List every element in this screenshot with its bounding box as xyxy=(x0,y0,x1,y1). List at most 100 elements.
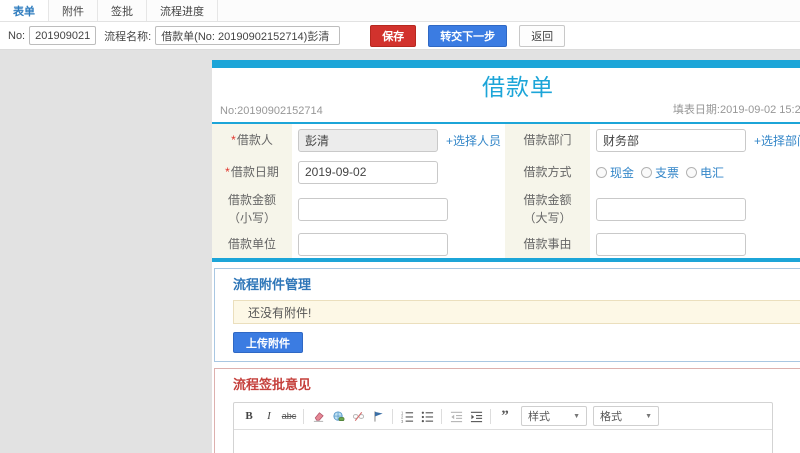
required-mark: * xyxy=(225,165,230,179)
reason-input[interactable] xyxy=(596,232,746,256)
amount-big-value-cell xyxy=(590,188,800,230)
bold-icon[interactable]: B xyxy=(239,406,259,426)
borrower-label-cell: *借款人 xyxy=(212,124,292,156)
editor-content-area[interactable] xyxy=(234,430,772,453)
tab-bar: 表单 附件 签批 流程进度 xyxy=(0,0,800,22)
borrow-date-label-cell: *借款日期 xyxy=(212,156,292,188)
anchor-flag-icon[interactable] xyxy=(368,406,388,426)
no-label: No: xyxy=(8,29,26,42)
amount-big-label-cell: 借款金额（大写） xyxy=(505,188,590,230)
save-button[interactable]: 保存 xyxy=(370,24,417,47)
amount-big-input[interactable] xyxy=(596,197,746,221)
page-title: 借款单 xyxy=(482,74,554,100)
unit-label-cell: 借款单位 xyxy=(212,230,292,258)
amount-small-label: 借款金额（小写） xyxy=(227,193,276,225)
radio-check[interactable]: 支票 xyxy=(641,164,679,181)
radio-cash[interactable]: 现金 xyxy=(596,164,634,181)
svg-text:3: 3 xyxy=(401,418,404,422)
radio-circle-icon[interactable] xyxy=(686,166,698,178)
borrow-date-label: 借款日期 xyxy=(230,165,279,179)
tab-form[interactable]: 表单 xyxy=(0,0,49,21)
top-bar: 表单 附件 签批 流程进度 No: 流程名称: 保存 转交下一步 返回 xyxy=(0,0,800,50)
indent-icon[interactable] xyxy=(466,406,486,426)
borrow-date-input[interactable] xyxy=(298,160,438,184)
reason-label-cell: 借款事由 xyxy=(505,230,590,258)
approval-section: 流程签批意见 B I abc 1 2 3 ” 样式 ▼ 格式 ▼ xyxy=(214,368,800,453)
required-mark: * xyxy=(231,133,236,147)
link-icon[interactable] xyxy=(328,406,348,426)
no-attachments-text: 还没有附件! xyxy=(248,305,312,320)
format-select[interactable]: 格式 ▼ xyxy=(593,406,659,426)
upload-attachment-button[interactable]: 上传附件 xyxy=(233,332,303,353)
loan-form-table: *借款人 +选择人员 借款部门 +选择部门 *借款日期 借款方式 现金 xyxy=(212,124,800,258)
radio-cash-label: 现金 xyxy=(610,165,635,180)
unit-input[interactable] xyxy=(298,232,448,256)
unit-value-cell xyxy=(292,230,505,258)
command-bar: No: 流程名称: 保存 转交下一步 返回 xyxy=(0,22,800,50)
unlink-icon[interactable] xyxy=(348,406,368,426)
blockquote-icon[interactable]: ” xyxy=(495,406,515,426)
borrower-label: 借款人 xyxy=(236,133,273,147)
strikethrough-icon[interactable]: abc xyxy=(279,406,299,426)
chevron-down-icon: ▼ xyxy=(573,412,580,420)
department-value-cell: +选择部门 xyxy=(590,124,800,156)
style-select[interactable]: 样式 ▼ xyxy=(521,406,587,426)
editor-toolbar: B I abc 1 2 3 ” 样式 ▼ 格式 ▼ xyxy=(234,403,772,430)
form-panel: 借款单 No:20190902152714 填表日期:2019-09-02 15… xyxy=(212,60,800,453)
toolbar-separator xyxy=(441,408,442,424)
form-bottom-accent-bar xyxy=(212,258,800,262)
method-label-cell: 借款方式 xyxy=(505,156,590,188)
reason-label: 借款事由 xyxy=(523,237,572,251)
fill-date: 填表日期:2019-09-02 15:27:1 xyxy=(672,104,800,116)
process-name-input[interactable] xyxy=(155,26,341,45)
amount-small-input[interactable] xyxy=(298,197,448,221)
bullet-list-icon[interactable] xyxy=(417,406,437,426)
toolbar-separator xyxy=(303,408,304,424)
select-department-link[interactable]: +选择部门 xyxy=(754,132,800,149)
radio-wire[interactable]: 电汇 xyxy=(686,164,724,181)
tab-approval[interactable]: 签批 xyxy=(98,0,147,21)
tab-attachments[interactable]: 附件 xyxy=(49,0,98,21)
format-select-label: 格式 xyxy=(600,411,622,423)
borrower-input[interactable] xyxy=(298,128,438,152)
reason-value-cell xyxy=(590,230,800,258)
borrow-date-value-cell xyxy=(292,156,505,188)
amount-big-label: 借款金额（大写） xyxy=(523,193,572,225)
process-name-label: 流程名称: xyxy=(104,30,152,43)
radio-check-label: 支票 xyxy=(655,165,680,180)
style-select-label: 样式 xyxy=(528,411,550,423)
outdent-icon[interactable] xyxy=(446,406,466,426)
toolbar-separator xyxy=(392,408,393,424)
next-step-button[interactable]: 转交下一步 xyxy=(428,24,508,47)
approval-section-title: 流程签批意见 xyxy=(233,377,312,392)
amount-small-value-cell xyxy=(292,188,505,230)
italic-icon[interactable]: I xyxy=(259,406,279,426)
form-meta-row: No:20190902152714 填表日期:2019-09-02 15:27:… xyxy=(212,102,800,124)
radio-circle-icon[interactable] xyxy=(596,166,607,178)
back-button[interactable]: 返回 xyxy=(519,24,566,47)
numbered-list-icon[interactable]: 1 2 3 xyxy=(397,406,417,426)
amount-small-label-cell: 借款金额（小写） xyxy=(212,188,292,230)
attachments-section-title: 流程附件管理 xyxy=(233,277,312,292)
method-value-cell: 现金 支票 电汇 xyxy=(590,156,800,188)
attachments-section: 流程附件管理 还没有附件! 上传附件 xyxy=(214,268,800,362)
radio-circle-icon[interactable] xyxy=(641,166,653,178)
no-input[interactable] xyxy=(29,26,97,45)
department-label-cell: 借款部门 xyxy=(505,124,590,156)
department-label: 借款部门 xyxy=(523,133,572,147)
unit-label: 借款单位 xyxy=(227,237,276,251)
chevron-down-icon: ▼ xyxy=(645,412,652,420)
rich-text-editor: B I abc 1 2 3 ” 样式 ▼ 格式 ▼ xyxy=(233,402,773,453)
borrower-value-cell: +选择人员 xyxy=(292,124,505,156)
department-input[interactable] xyxy=(596,128,746,152)
radio-wire-label: 电汇 xyxy=(700,165,725,180)
borrow-method-radio-group: 现金 支票 电汇 xyxy=(596,164,731,181)
select-person-link[interactable]: +选择人员 xyxy=(446,132,501,149)
panel-top-accent-bar xyxy=(212,60,800,68)
no-attachments-alert: 还没有附件! xyxy=(233,300,800,324)
tab-process-progress[interactable]: 流程进度 xyxy=(147,0,218,21)
method-label: 借款方式 xyxy=(523,165,572,179)
remove-format-icon[interactable] xyxy=(308,406,328,426)
doc-number: No:20190902152714 xyxy=(220,105,323,117)
toolbar-separator xyxy=(490,408,491,424)
